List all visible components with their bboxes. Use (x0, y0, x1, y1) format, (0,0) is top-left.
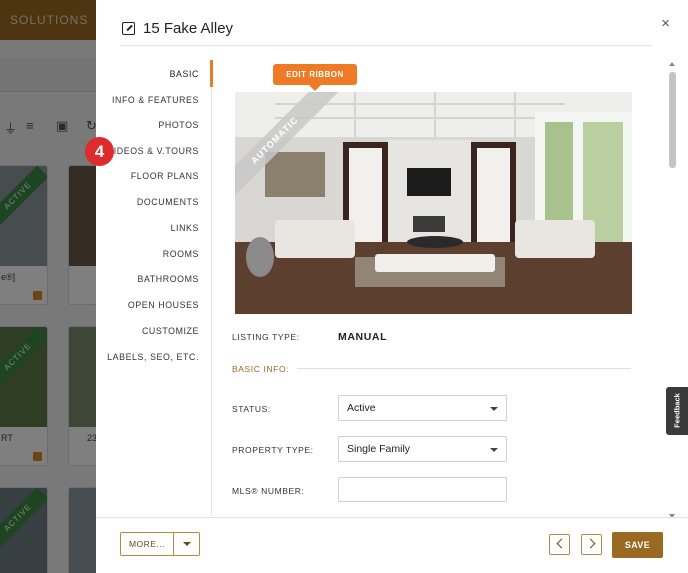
scroll-thumb[interactable] (669, 72, 676, 168)
mls-number-label: MLS® NUMBER: (232, 486, 305, 496)
status-select-value: Active (347, 402, 376, 414)
basic-info-heading: BASIC INFO: (232, 364, 290, 374)
property-type-select-value: Single Family (347, 443, 411, 455)
listing-type-value: MANUAL (338, 331, 388, 343)
nav-item-labels-seo[interactable]: LABELS, SEO, ETC. (107, 352, 199, 362)
feedback-tab[interactable]: Feedback (666, 387, 688, 435)
basic-section-content: EDIT RIBBON AUTOMATIC LISTING TYPE: MANU… (213, 60, 659, 516)
nav-item-basic[interactable]: BASIC (170, 69, 199, 79)
chevron-down-icon (490, 448, 498, 452)
edit-square-icon (122, 22, 135, 35)
mls-number-input[interactable] (338, 477, 507, 502)
section-nav: BASIC INFO & FEATURES PHOTOS VIDEOS & V.… (96, 60, 213, 516)
modal-title: 15 Fake Alley (122, 20, 233, 37)
step-number-badge: 4 (85, 137, 114, 166)
nav-item-open-houses[interactable]: OPEN HOUSES (128, 300, 199, 310)
nav-item-photos[interactable]: PHOTOS (158, 120, 199, 130)
nav-item-videos-tours[interactable]: VIDEOS & V.TOURS (107, 146, 199, 156)
basic-info-divider (297, 368, 631, 369)
title-divider (120, 45, 652, 46)
edit-ribbon-button[interactable]: EDIT RIBBON (273, 64, 357, 91)
nav-item-documents[interactable]: DOCUMENTS (137, 197, 199, 207)
feedback-label: Feedback (672, 393, 682, 428)
modal-title-text: 15 Fake Alley (143, 20, 234, 37)
content-scrollbar[interactable] (668, 62, 677, 518)
more-dropdown-button[interactable] (173, 532, 200, 556)
status-label: STATUS: (232, 404, 271, 414)
close-icon[interactable]: × (661, 15, 670, 32)
edit-listing-modal: 15 Fake Alley × BASIC INFO & FEATURES PH… (96, 0, 688, 573)
nav-item-floor-plans[interactable]: FLOOR PLANS (131, 171, 199, 181)
modal-footer: MORE... SAVE (96, 517, 688, 573)
property-type-select[interactable]: Single Family (338, 436, 507, 462)
previous-listing-button[interactable] (549, 534, 570, 555)
more-button[interactable]: MORE... (120, 532, 174, 556)
nav-item-rooms[interactable]: ROOMS (163, 249, 199, 259)
property-type-label: PROPERTY TYPE: (232, 445, 314, 455)
listing-photo[interactable]: AUTOMATIC (235, 92, 632, 314)
scroll-up-arrow[interactable] (669, 62, 675, 66)
status-select[interactable]: Active (338, 395, 507, 421)
next-listing-button[interactable] (581, 534, 602, 555)
nav-item-links[interactable]: LINKS (171, 223, 199, 233)
nav-item-info-features[interactable]: INFO & FEATURES (112, 95, 199, 105)
chevron-right-icon (585, 538, 596, 549)
nav-item-customize[interactable]: CUSTOMIZE (142, 326, 199, 336)
chevron-down-icon (490, 407, 498, 411)
nav-item-bathrooms[interactable]: BATHROOMS (138, 274, 199, 284)
listing-type-label: LISTING TYPE: (232, 332, 300, 342)
chevron-left-icon (556, 538, 567, 549)
save-button[interactable]: SAVE (612, 532, 663, 558)
